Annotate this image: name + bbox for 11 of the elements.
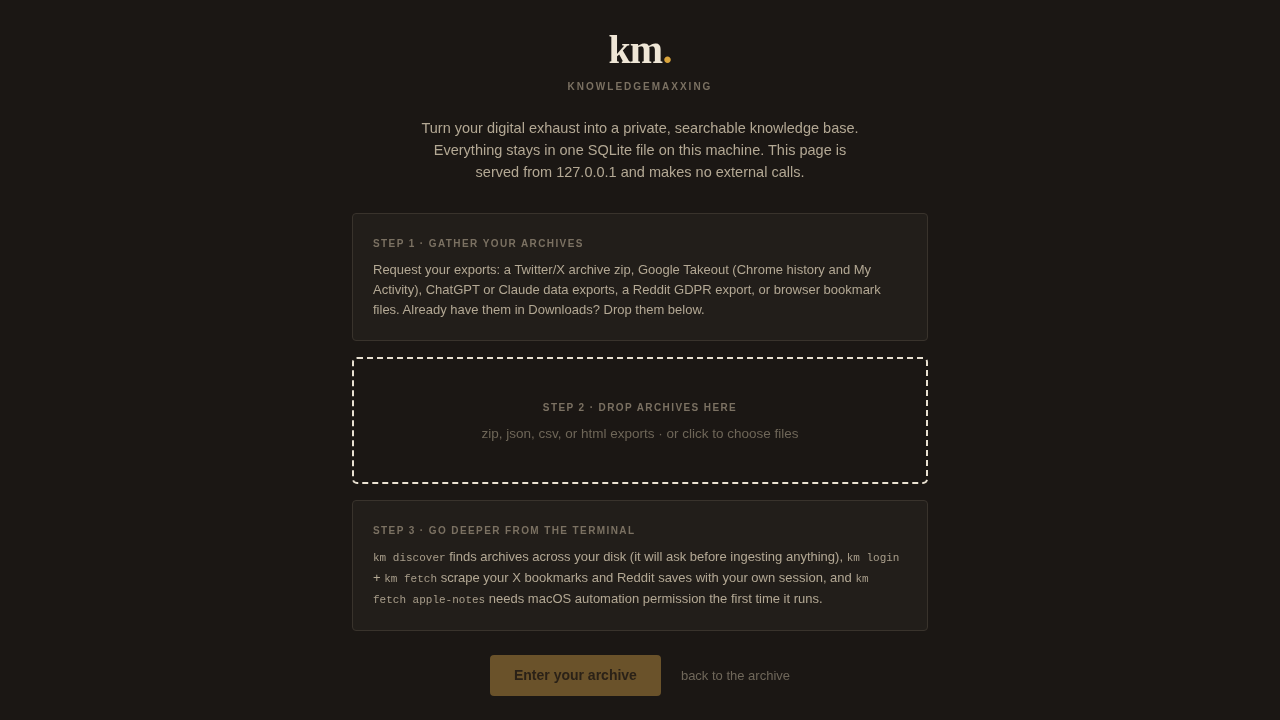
step-label: STEP 1 · GATHER YOUR ARCHIVES bbox=[373, 237, 585, 251]
step-label: STEP 2 · DROP ARCHIVES HERE bbox=[542, 400, 738, 415]
tagline: KNOWLEDGEMAXXING bbox=[567, 80, 713, 94]
intro-text: Turn your digital exhaust into a private, searchable knowledge base. Everything stays in one SQLite file on this machine. This page is served from 127.0.0.1 and makes no external calls. bbox=[420, 119, 860, 182]
drop-hint: zip, json, csv, or html exports · or click to choose files bbox=[481, 424, 799, 443]
logo: km. bbox=[608, 32, 672, 68]
drop-zone[interactable]: STEP 2 · DROP ARCHIVES HERE zip, json, csv, or html exports · or click to choose files bbox=[352, 357, 928, 484]
step-description: Request your exports: a Twitter/X archive zip, Google Takeout (Chrome history and My Activity), ChatGPT or Claude data exports, a Reddit GDPR export, or browser bookmark files. Already have them in Downloads? Drop them below. bbox=[373, 261, 882, 319]
step-description: km discover finds archives across your disk (it will ask before ingesting anything), km login + km fetch scrape your X bookmarks and Reddit saves with your own session, and km fetch apple-notes needs macOS automation permission the first time it runs. bbox=[373, 548, 901, 608]
back-link[interactable]: back to the archive bbox=[680, 665, 791, 686]
step-label: STEP 3 · GO DEEPER FROM THE TERMINAL bbox=[373, 524, 637, 538]
